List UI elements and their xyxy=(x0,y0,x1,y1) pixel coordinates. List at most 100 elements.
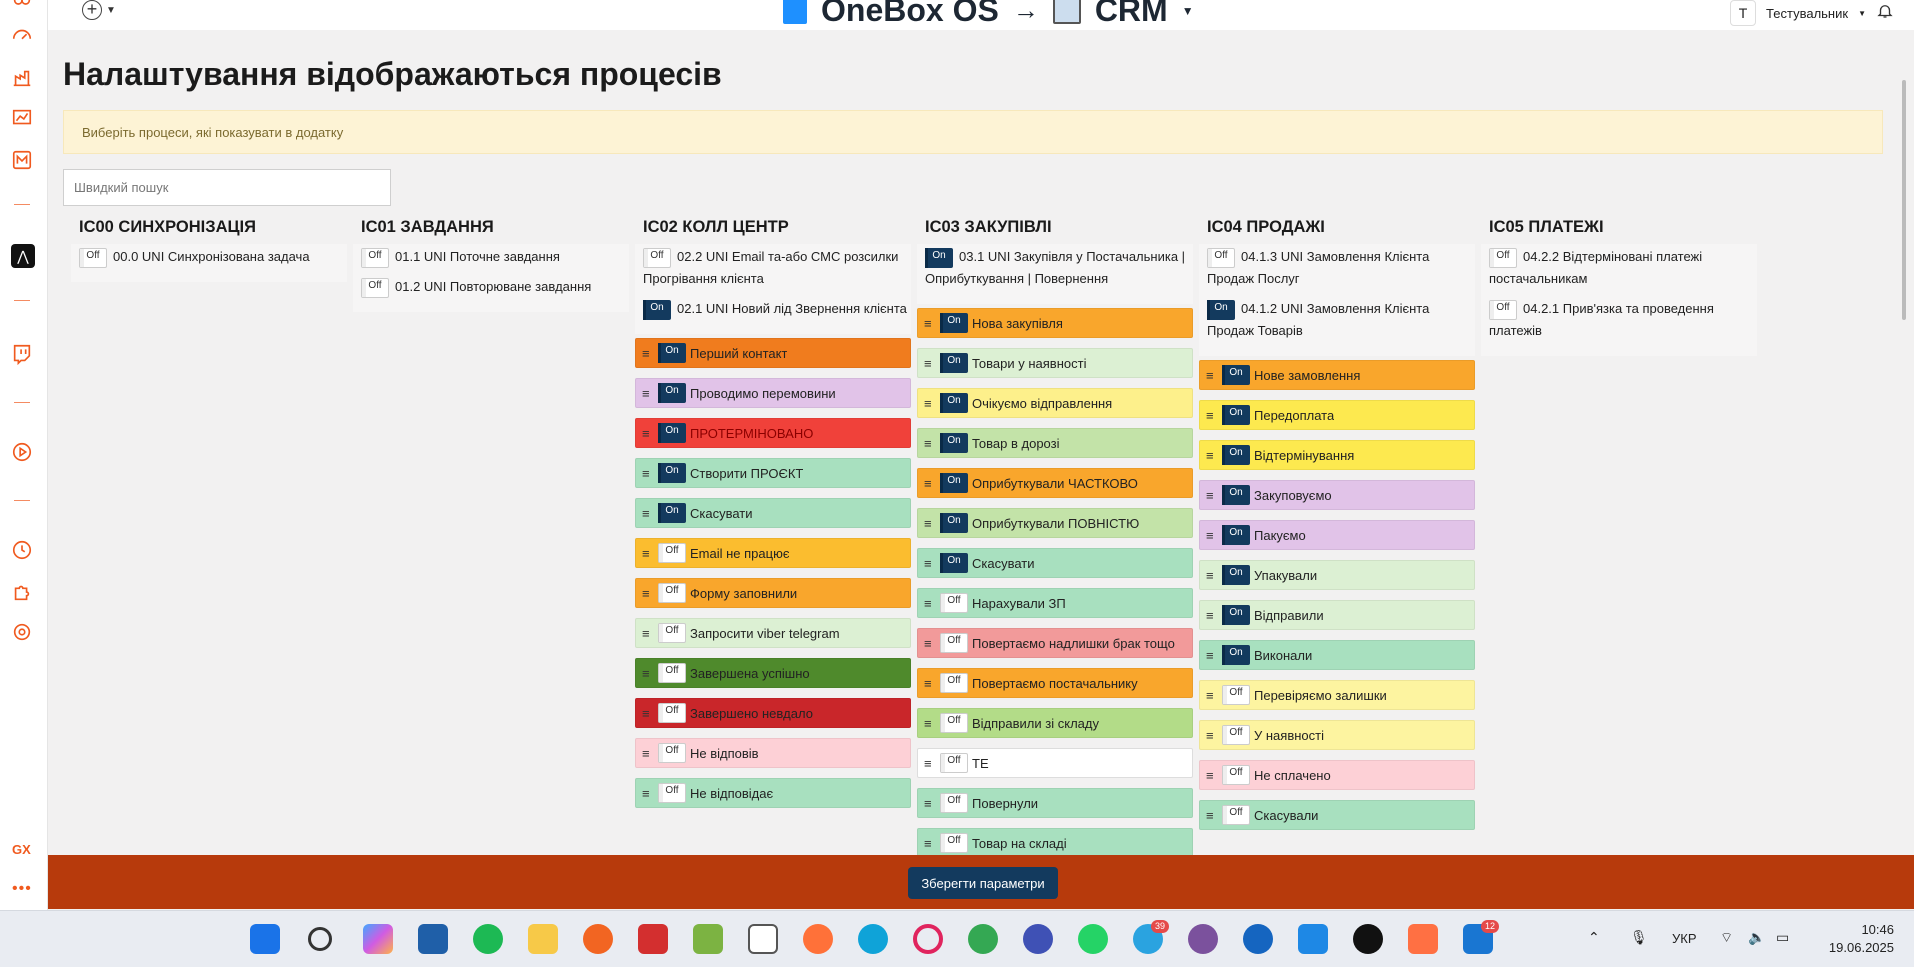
stage-item[interactable]: ≡ On Скасувати xyxy=(917,548,1193,578)
stage-item[interactable]: ≡ On Скасувати xyxy=(635,498,911,528)
stage-toggle[interactable]: On xyxy=(658,383,686,403)
drag-handle-icon[interactable]: ≡ xyxy=(1206,488,1218,503)
stage-toggle[interactable]: On xyxy=(1222,405,1250,425)
drag-handle-icon[interactable]: ≡ xyxy=(642,386,654,401)
stage-item[interactable]: ≡ Off Повертаємо постачальнику xyxy=(917,668,1193,698)
stage-item[interactable]: ≡ On Виконали xyxy=(1199,640,1475,670)
scrollbar-thumb[interactable] xyxy=(1902,80,1906,320)
stage-toggle[interactable]: Off xyxy=(1222,765,1250,785)
gx-label[interactable]: GX xyxy=(12,842,31,857)
stage-toggle[interactable]: Off xyxy=(658,663,686,683)
stage-toggle[interactable]: On xyxy=(940,393,968,413)
edge-icon[interactable] xyxy=(858,924,888,954)
process-toggle[interactable]: On xyxy=(643,299,671,320)
drag-handle-icon[interactable]: ≡ xyxy=(924,636,936,651)
drag-handle-icon[interactable]: ≡ xyxy=(642,546,654,561)
drag-handle-icon[interactable]: ≡ xyxy=(1206,648,1218,663)
section-dropdown-icon[interactable]: ▼ xyxy=(1182,4,1194,18)
stage-toggle[interactable]: On xyxy=(940,433,968,453)
windows-start-icon[interactable] xyxy=(250,924,280,954)
drag-handle-icon[interactable]: ≡ xyxy=(642,706,654,721)
stage-item[interactable]: ≡ On Проводимо перемовини xyxy=(635,378,911,408)
drag-handle-icon[interactable]: ≡ xyxy=(924,756,936,771)
spotify-icon[interactable] xyxy=(473,924,503,954)
scrollbar[interactable] xyxy=(1900,70,1908,850)
process-toggle[interactable]: Off xyxy=(1207,247,1235,268)
drag-handle-icon[interactable]: ≡ xyxy=(1206,568,1218,583)
drag-handle-icon[interactable]: ≡ xyxy=(924,356,936,371)
stage-toggle[interactable]: On xyxy=(940,473,968,493)
drag-handle-icon[interactable]: ≡ xyxy=(924,436,936,451)
bolt-app-icon[interactable] xyxy=(1243,924,1273,954)
stage-item[interactable]: ≡ Off Завершена успішно xyxy=(635,658,911,688)
stage-toggle[interactable]: On xyxy=(1222,485,1250,505)
stage-toggle[interactable]: Off xyxy=(658,783,686,803)
drag-handle-icon[interactable]: ≡ xyxy=(924,596,936,611)
chevron-up-icon[interactable]: ⌃ xyxy=(1588,929,1600,946)
stage-item[interactable]: ≡ Off У наявності xyxy=(1199,720,1475,750)
user-menu[interactable]: T Тестувальник ▼ xyxy=(1730,0,1866,26)
stage-toggle[interactable]: Off xyxy=(1222,805,1250,825)
stage-toggle[interactable]: On xyxy=(1222,645,1250,665)
stage-item[interactable]: ≡ Off ТЕ xyxy=(917,748,1193,778)
clock-icon[interactable] xyxy=(10,538,34,562)
bell-icon[interactable] xyxy=(1876,2,1894,20)
section-name[interactable]: CRM xyxy=(1095,0,1168,29)
drag-handle-icon[interactable]: ≡ xyxy=(642,506,654,521)
stage-toggle[interactable]: On xyxy=(940,313,968,333)
opera-icon[interactable] xyxy=(913,924,943,954)
stage-toggle[interactable]: Off xyxy=(1222,725,1250,745)
wifi-icon[interactable]: ⌔ xyxy=(1720,929,1733,947)
drag-handle-icon[interactable]: ≡ xyxy=(1206,528,1218,543)
stage-item[interactable]: ≡ On ПРОТЕРМІНОВАНО xyxy=(635,418,911,448)
stage-item[interactable]: ≡ Off Нарахували ЗП xyxy=(917,588,1193,618)
stage-toggle[interactable]: Off xyxy=(1222,685,1250,705)
stage-toggle[interactable]: On xyxy=(658,463,686,483)
stage-toggle[interactable]: Off xyxy=(940,633,968,653)
drag-handle-icon[interactable]: ≡ xyxy=(924,556,936,571)
drag-handle-icon[interactable]: ≡ xyxy=(924,316,936,331)
stage-toggle[interactable]: On xyxy=(658,343,686,363)
stage-toggle[interactable]: On xyxy=(1222,565,1250,585)
battery-icon[interactable]: ▭ xyxy=(1776,929,1789,946)
stage-item[interactable]: ≡ On Закуповуємо xyxy=(1199,480,1475,510)
stage-toggle[interactable]: On xyxy=(940,553,968,573)
stage-item[interactable]: ≡ Off Не відповідає xyxy=(635,778,911,808)
telegram-icon[interactable]: 39 xyxy=(1133,920,1169,954)
stage-toggle[interactable]: Off xyxy=(658,583,686,603)
drag-handle-icon[interactable]: ≡ xyxy=(1206,688,1218,703)
messenger-icon[interactable] xyxy=(1023,924,1053,954)
microphone-icon[interactable]: 🎙 xyxy=(1630,929,1648,946)
drag-handle-icon[interactable]: ≡ xyxy=(924,796,936,811)
folder-icon[interactable] xyxy=(528,924,558,954)
stage-toggle[interactable]: On xyxy=(1222,525,1250,545)
process-toggle[interactable]: Off xyxy=(1489,247,1517,268)
stage-toggle[interactable]: On xyxy=(940,513,968,533)
stage-item[interactable]: ≡ On Оприбуткували ЧАСТКОВО xyxy=(917,468,1193,498)
drag-handle-icon[interactable]: ≡ xyxy=(1206,728,1218,743)
chart-board-icon[interactable] xyxy=(10,106,34,130)
add-button[interactable]: + ▼ xyxy=(82,0,124,20)
stage-item[interactable]: ≡ On Товари у наявності xyxy=(917,348,1193,378)
stage-item[interactable]: ≡ Off Повертаємо надлишки брак тощо xyxy=(917,628,1193,658)
process-toggle[interactable]: Off xyxy=(643,247,671,268)
store-icon[interactable] xyxy=(418,924,448,954)
drag-handle-icon[interactable]: ≡ xyxy=(924,716,936,731)
drag-handle-icon[interactable]: ≡ xyxy=(924,516,936,531)
play-icon[interactable] xyxy=(10,440,34,464)
stage-toggle[interactable]: Off xyxy=(940,593,968,613)
stage-item[interactable]: ≡ Off Товар на складі xyxy=(917,828,1193,855)
stage-item[interactable]: ≡ Off Відправили зі складу xyxy=(917,708,1193,738)
drag-handle-icon[interactable]: ≡ xyxy=(1206,448,1218,463)
stage-toggle[interactable]: Off xyxy=(658,623,686,643)
drag-handle-icon[interactable]: ≡ xyxy=(1206,608,1218,623)
remote-desktop-icon[interactable]: 12 xyxy=(1463,920,1499,954)
drag-handle-icon[interactable]: ≡ xyxy=(924,396,936,411)
stage-toggle[interactable]: Off xyxy=(658,703,686,723)
stage-toggle[interactable]: Off xyxy=(658,743,686,763)
drag-handle-icon[interactable]: ≡ xyxy=(924,476,936,491)
stage-toggle[interactable]: On xyxy=(658,423,686,443)
drag-handle-icon[interactable]: ≡ xyxy=(642,666,654,681)
chrome-icon[interactable] xyxy=(968,924,998,954)
process-toggle[interactable]: Off xyxy=(1489,299,1517,320)
